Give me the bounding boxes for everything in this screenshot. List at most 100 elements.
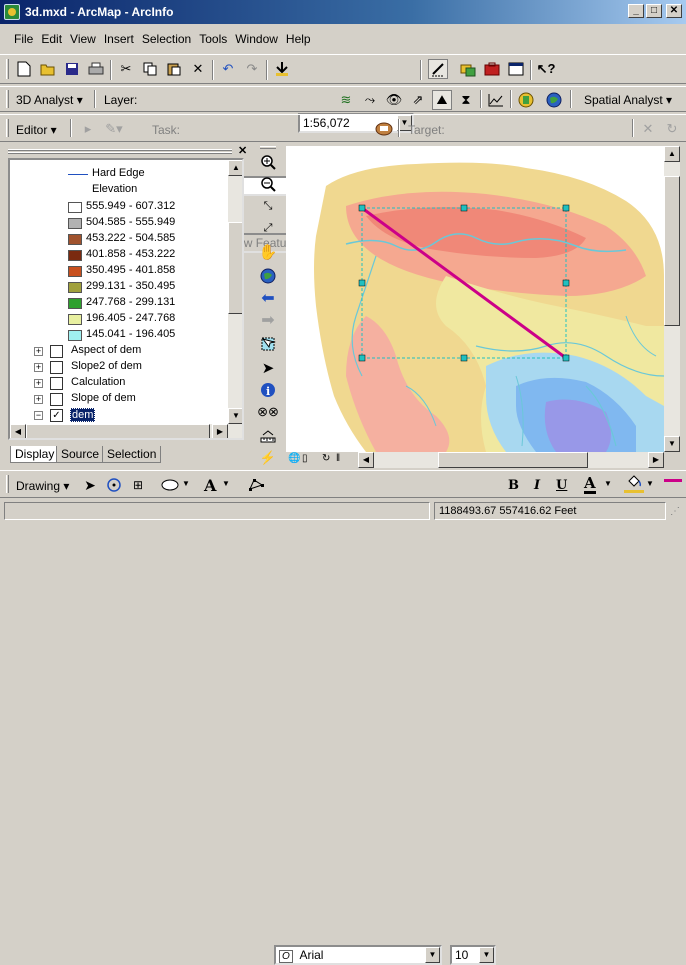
chevron-down-icon[interactable]: ▼ [479, 947, 494, 963]
font-color-button[interactable]: A [584, 475, 596, 494]
chevron-down-icon[interactable]: ▼ [182, 479, 190, 488]
cut-icon[interactable]: ✂ [116, 59, 136, 79]
toc-vertical-scrollbar[interactable]: ▲ ▼ [228, 160, 242, 424]
map-display[interactable] [286, 146, 664, 452]
underline-button[interactable]: U [556, 478, 567, 493]
selection-handle[interactable] [358, 354, 366, 362]
arctoolbox-icon[interactable] [482, 59, 502, 79]
menu-file[interactable]: File [10, 30, 37, 48]
toolbar-grip[interactable] [6, 90, 9, 108]
toolbar-grip[interactable] [260, 146, 276, 149]
scroll-right-icon[interactable]: ▶ [212, 424, 228, 438]
scroll-down-icon[interactable]: ▼ [664, 436, 680, 452]
scroll-down-icon[interactable]: ▼ [228, 408, 242, 424]
whats-this-help-icon[interactable]: ↖? [536, 59, 556, 79]
toc-title-bar[interactable]: ✕ [8, 145, 252, 157]
menu-tools[interactable]: Tools [195, 30, 231, 48]
tab-display[interactable]: Display [10, 446, 60, 463]
scroll-up-icon[interactable]: ▲ [228, 160, 242, 176]
layer-visibility-checkbox[interactable]: ✓ [50, 409, 63, 422]
editor-toolbar-icon[interactable] [428, 59, 448, 79]
collapse-icon[interactable]: − [34, 411, 43, 420]
scroll-thumb[interactable] [438, 452, 588, 468]
pause-drawing-icon[interactable]: ‖ [336, 453, 348, 466]
legend-swatch[interactable] [68, 234, 82, 245]
rotate-tool-icon[interactable]: ↻ [662, 119, 682, 139]
expand-icon[interactable]: + [34, 363, 43, 372]
legend-swatch[interactable] [68, 266, 82, 277]
scroll-thumb[interactable] [26, 424, 210, 438]
arcglobe-icon[interactable] [544, 90, 564, 110]
find-binoculars-icon[interactable]: ⊗⊗ [257, 402, 279, 422]
edit-tool-icon[interactable]: ▸ [78, 119, 98, 139]
interpolate-polygon-icon[interactable]: ⧗ [456, 90, 476, 110]
bold-button[interactable]: B [508, 478, 519, 493]
menu-selection[interactable]: Selection [138, 30, 195, 48]
selection-handle[interactable] [358, 279, 366, 287]
chevron-down-icon[interactable]: ▼ [604, 479, 612, 488]
ellipse-tool-icon[interactable] [160, 475, 180, 495]
font-size-combo[interactable]: 10 ▼ [450, 945, 496, 965]
interpolate-line-icon[interactable]: ⛰ [432, 90, 452, 110]
fill-color-bucket-icon[interactable] [624, 473, 644, 493]
selection-handle[interactable] [460, 204, 468, 212]
menu-view[interactable]: View [66, 30, 100, 48]
scroll-right-icon[interactable]: ▶ [648, 452, 664, 468]
scroll-up-icon[interactable]: ▲ [664, 146, 680, 162]
legend-swatch[interactable] [68, 202, 82, 213]
selection-handle[interactable] [358, 204, 366, 212]
toolbar-grip[interactable] [6, 59, 9, 79]
arcscene-icon[interactable] [516, 90, 536, 110]
scroll-thumb[interactable] [228, 222, 242, 314]
chevron-down-icon[interactable]: ▼ [646, 479, 654, 488]
maximize-button[interactable]: □ [646, 4, 662, 18]
open-folder-icon[interactable] [38, 59, 58, 79]
zoom-in-icon[interactable] [258, 152, 278, 172]
contour-icon[interactable]: ≋ [336, 90, 356, 110]
create-profile-graph-icon[interactable] [486, 90, 506, 110]
layer-name[interactable]: Slope of dem [70, 392, 137, 404]
3d-analyst-menu[interactable]: 3D Analyst ▾ [16, 93, 83, 107]
attributes-icon[interactable] [374, 119, 394, 139]
print-icon[interactable] [86, 59, 106, 79]
layer-name[interactable]: Calculation [70, 376, 126, 388]
expand-icon[interactable]: + [34, 347, 43, 356]
refresh-icon[interactable]: ↻ [322, 453, 334, 466]
map-vertical-scrollbar[interactable]: ▲ ▼ [664, 146, 680, 452]
layout-view-page-icon[interactable]: ▯ [302, 453, 314, 466]
line-of-sight-icon[interactable]: 👁 [384, 90, 404, 110]
tab-selection[interactable]: Selection [102, 446, 162, 463]
layer-name[interactable]: dem [70, 408, 96, 422]
scroll-left-icon[interactable]: ◀ [358, 452, 374, 468]
measure-icon[interactable] [258, 426, 278, 446]
save-icon[interactable] [62, 59, 82, 79]
layer-name[interactable]: Slope2 of dem [70, 360, 143, 372]
legend-swatch[interactable] [68, 250, 82, 261]
rotate-icon[interactable] [104, 475, 124, 495]
select-elements-icon[interactable]: ➤ [80, 475, 100, 495]
delete-icon[interactable]: ✕ [188, 59, 208, 79]
selection-handle[interactable] [460, 354, 468, 362]
toolbar-grip[interactable] [6, 119, 9, 137]
expand-icon[interactable]: + [34, 379, 43, 388]
layer-visibility-checkbox[interactable] [50, 345, 63, 358]
arccatalog-icon[interactable] [458, 59, 478, 79]
menu-help[interactable]: Help [282, 30, 315, 48]
zoom-out-icon[interactable] [258, 174, 278, 194]
resize-grip[interactable]: ⋰ [670, 506, 684, 520]
tab-source[interactable]: Source [56, 446, 105, 463]
layer-name[interactable]: Aspect of dem [70, 344, 142, 356]
menu-edit[interactable]: Edit [37, 30, 66, 48]
layer-visibility-checkbox[interactable] [50, 377, 63, 390]
line-color-icon[interactable] [664, 479, 682, 482]
paste-icon[interactable] [164, 59, 184, 79]
split-tool-icon[interactable]: ✕ [638, 119, 658, 139]
toolbar-grip[interactable] [6, 475, 9, 493]
italic-button[interactable]: I [534, 478, 540, 493]
hyperlink-lightning-icon[interactable]: ⚡ [258, 448, 278, 468]
legend-swatch[interactable] [68, 282, 82, 293]
redo-icon[interactable]: ↷ [242, 59, 262, 79]
layer-visibility-checkbox[interactable] [50, 361, 63, 374]
font-combo[interactable]: O Arial ▼ [274, 945, 442, 965]
pan-hand-icon[interactable]: ✋ [258, 242, 278, 262]
